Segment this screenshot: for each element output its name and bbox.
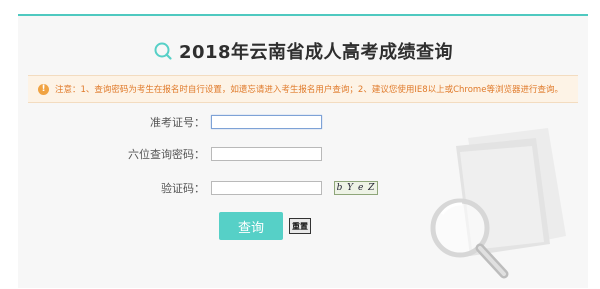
query-password-input[interactable] bbox=[211, 147, 322, 161]
notice-bar: ! 注意：1、查询密码为考生在报名时自行设置，如遗忘请进入考生报名用户查询；2、… bbox=[28, 75, 578, 103]
password-label: 六位查询密码： bbox=[128, 148, 205, 161]
ticket-row: 准考证号： bbox=[18, 112, 322, 132]
search-icon bbox=[153, 41, 173, 61]
captcha-input[interactable] bbox=[211, 181, 322, 195]
captcha-image[interactable]: b Y e Z bbox=[334, 181, 378, 195]
query-button[interactable]: 查询 bbox=[219, 212, 283, 240]
ticket-label: 准考证号： bbox=[150, 116, 205, 129]
warning-icon: ! bbox=[38, 83, 49, 95]
notice-text: 注意：1、查询密码为考生在报名时自行设置，如遗忘请进入考生报名用户查询；2、建议… bbox=[55, 85, 563, 95]
password-row: 六位查询密码： bbox=[18, 144, 322, 164]
title-row: 2018年云南省成人高考成绩查询 bbox=[18, 36, 588, 66]
query-panel: 2018年云南省成人高考成绩查询 ! 注意：1、查询密码为考生在报名时自行设置，… bbox=[18, 14, 588, 288]
magnifier-folder-icon bbox=[430, 128, 566, 279]
reset-button[interactable]: 重置 bbox=[289, 218, 311, 234]
page-title: 2018年云南省成人高考成绩查询 bbox=[178, 42, 454, 63]
captcha-label: 验证码： bbox=[161, 182, 205, 195]
ticket-number-input[interactable] bbox=[211, 115, 322, 129]
captcha-row: 验证码： b Y e Z bbox=[18, 178, 378, 198]
